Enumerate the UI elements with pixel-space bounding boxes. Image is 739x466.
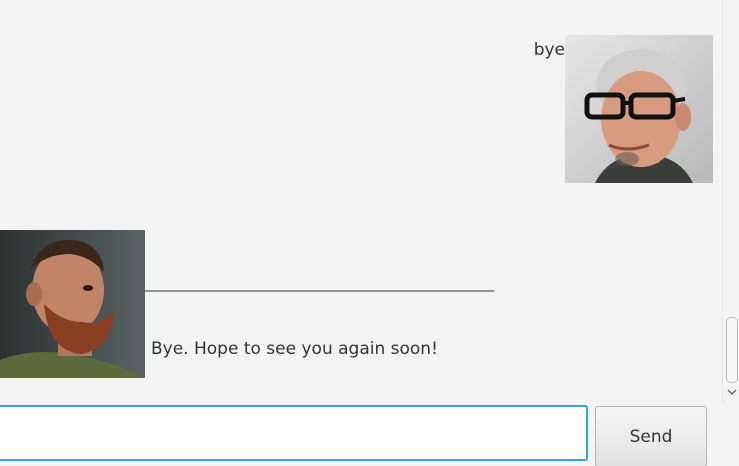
bot-message-text: Bye. Hope to see you again soon! bbox=[151, 339, 438, 359]
chat-scroll-pane[interactable]: bye ____________________________________… bbox=[0, 0, 722, 402]
bot-message-divider-top: ________________________________________… bbox=[145, 276, 494, 292]
send-button[interactable]: Send bbox=[595, 406, 707, 466]
vertical-scrollbar[interactable] bbox=[722, 0, 739, 402]
scrollbar-thumb[interactable] bbox=[726, 317, 738, 383]
bot-avatar bbox=[0, 230, 145, 378]
bot-message-bubble: ________________________________________… bbox=[145, 230, 494, 402]
chat-window: bye ____________________________________… bbox=[0, 0, 739, 466]
scroll-down-arrow-icon[interactable] bbox=[727, 387, 737, 397]
message-input[interactable] bbox=[0, 405, 588, 461]
user-message: bye bbox=[534, 35, 713, 183]
user-avatar bbox=[565, 35, 713, 183]
bot-message: ________________________________________… bbox=[0, 230, 494, 402]
user-message-text: bye bbox=[533, 40, 565, 60]
input-bar: Send bbox=[0, 403, 739, 466]
